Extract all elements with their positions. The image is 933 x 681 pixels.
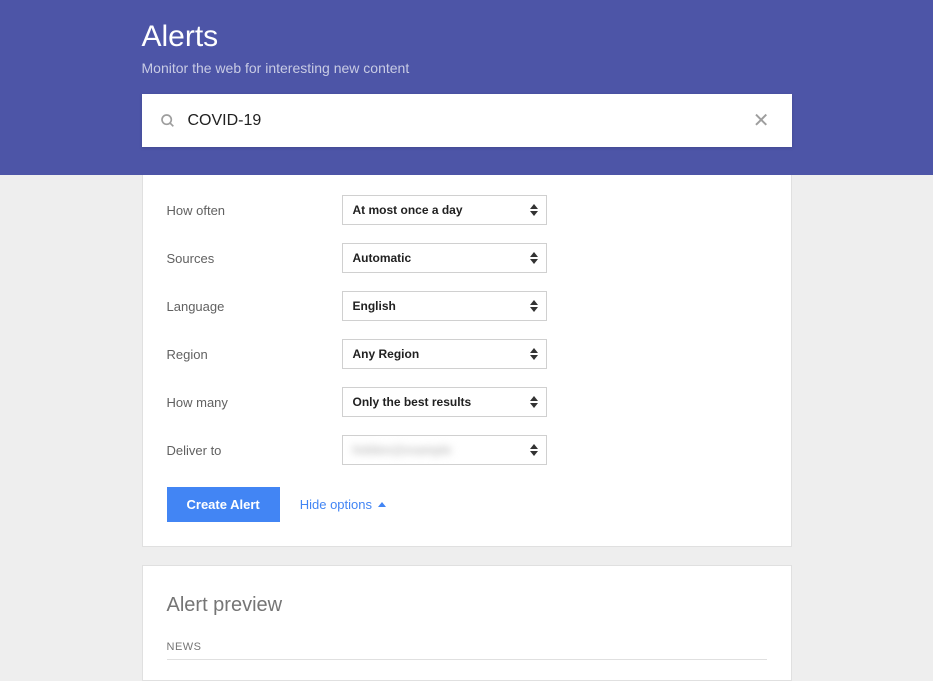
select-deliver-to-value: hidden@example <box>353 443 452 457</box>
select-region-value: Any Region <box>353 347 420 361</box>
dropdown-arrows-icon <box>530 396 538 408</box>
search-input[interactable] <box>188 112 749 130</box>
select-region[interactable]: Any Region <box>342 339 547 369</box>
page-subtitle: Monitor the web for interesting new cont… <box>142 60 792 76</box>
select-how-many[interactable]: Only the best results <box>342 387 547 417</box>
label-deliver-to: Deliver to <box>167 443 342 458</box>
label-sources: Sources <box>167 251 342 266</box>
preview-section-label: NEWS <box>167 641 767 660</box>
label-how-often: How often <box>167 203 342 218</box>
hide-options-link[interactable]: Hide options <box>300 497 386 512</box>
dropdown-arrows-icon <box>530 300 538 312</box>
hide-options-label: Hide options <box>300 497 372 512</box>
select-language[interactable]: English <box>342 291 547 321</box>
select-sources-value: Automatic <box>353 251 412 265</box>
dropdown-arrows-icon <box>530 348 538 360</box>
page-title: Alerts <box>142 20 792 54</box>
caret-up-icon <box>378 502 386 507</box>
preview-title: Alert preview <box>167 594 767 617</box>
select-how-often[interactable]: At most once a day <box>342 195 547 225</box>
dropdown-arrows-icon <box>530 252 538 264</box>
clear-icon[interactable]: ✕ <box>749 108 774 133</box>
options-card: How often At most once a day Sources Aut… <box>142 175 792 547</box>
label-how-many: How many <box>167 395 342 410</box>
dropdown-arrows-icon <box>530 444 538 456</box>
select-sources[interactable]: Automatic <box>342 243 547 273</box>
select-language-value: English <box>353 299 396 313</box>
select-how-many-value: Only the best results <box>353 395 472 409</box>
select-deliver-to[interactable]: hidden@example <box>342 435 547 465</box>
search-box[interactable]: ✕ <box>142 94 792 147</box>
create-alert-button[interactable]: Create Alert <box>167 487 280 522</box>
label-region: Region <box>167 347 342 362</box>
label-language: Language <box>167 299 342 314</box>
select-how-often-value: At most once a day <box>353 203 463 217</box>
preview-card: Alert preview NEWS <box>142 565 792 681</box>
search-icon <box>160 113 176 129</box>
dropdown-arrows-icon <box>530 204 538 216</box>
header-banner: Alerts Monitor the web for interesting n… <box>0 0 933 175</box>
